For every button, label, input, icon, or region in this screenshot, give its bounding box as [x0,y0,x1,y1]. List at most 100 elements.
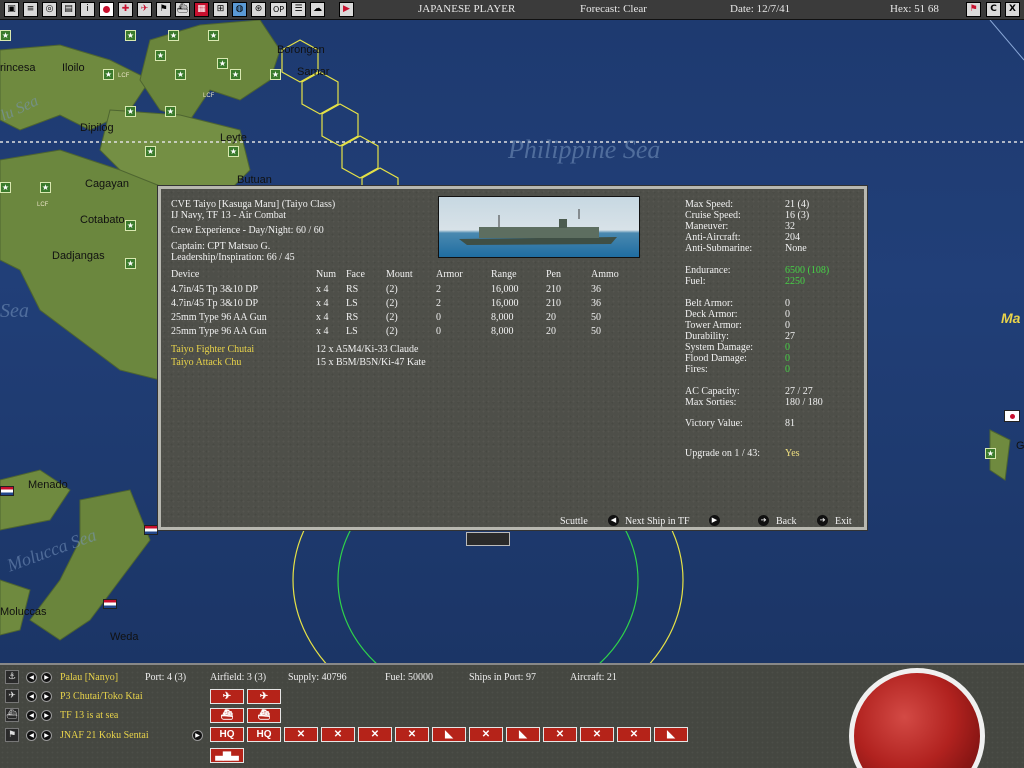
unit-counter[interactable]: ✕ [617,727,651,742]
base-marker[interactable]: ★ [217,58,228,69]
ship-icon[interactable]: ⛴ [175,2,190,17]
prev-arrow-icon[interactable]: ◀ [26,730,37,741]
prev-arrow-icon[interactable]: ◀ [26,672,37,683]
prev-ship-icon[interactable]: ◀ [608,515,619,526]
settings-icon[interactable]: ☰ [291,2,306,17]
weapon-pen: 20 [546,326,556,337]
unit-counter[interactable]: ✕ [395,727,429,742]
base-marker[interactable]: ★ [155,50,166,61]
base-marker[interactable]: ★ [125,258,136,269]
aircraft-icon[interactable]: ✈ [137,2,152,17]
next-ship-icon[interactable]: ▶ [709,515,720,526]
upgrade-value[interactable]: Yes [785,448,800,459]
supply-counter[interactable]: ▃▆▃ [210,748,244,763]
japan-flag-icon[interactable] [99,2,114,17]
weapon-mount: (2) [386,312,398,323]
next-arrow-icon[interactable]: ▶ [41,710,52,721]
task-force-name[interactable]: TF 13 is at sea [60,710,118,721]
flag-toggle-icon[interactable]: ⚑ [966,2,981,17]
comms-icon[interactable]: ☁ [310,2,325,17]
stat-value: 27 [785,331,795,342]
unit-counter[interactable]: ✕ [543,727,577,742]
unit-counter[interactable]: ◣ [506,727,540,742]
unit-counter[interactable]: ✕ [284,727,318,742]
air-unit-counter[interactable]: ✈ [247,689,281,704]
base-marker[interactable]: ★ [168,30,179,41]
land-icon[interactable]: ⊞ [213,2,228,17]
back-arrow-icon[interactable]: ➔ [758,515,769,526]
unit-counter[interactable]: ✕ [358,727,392,742]
air-group-name[interactable]: Taiyo Fighter Chutai [171,344,254,355]
next-arrow-icon[interactable]: ▶ [41,730,52,741]
base-name[interactable]: Palau [Nanyo] [60,672,118,683]
dutch-flag-icon[interactable] [144,525,158,535]
back-button[interactable]: Back [776,516,797,527]
op-icon[interactable]: OP [270,2,287,17]
air-group-name[interactable]: Taiyo Attack Chu [171,357,241,368]
scuttle-button[interactable]: Scuttle [560,516,588,527]
base-marker[interactable]: ★ [0,182,11,193]
base-marker[interactable]: ★ [230,69,241,80]
fleet-icon[interactable]: ▦ [194,2,209,17]
theater-icon[interactable]: ▤ [61,2,76,17]
end-turn-icon[interactable]: ▶ [339,2,354,17]
info-icon[interactable]: i [80,2,95,17]
unit-counter[interactable]: HQ [247,727,281,742]
c-button[interactable]: C [986,2,1001,17]
base-marker[interactable]: ★ [0,30,11,41]
base-marker[interactable]: ★ [125,30,136,41]
airfield-info: Airfield: 3 (3) [210,672,267,683]
base-marker[interactable]: ★ [40,182,51,193]
air-icon[interactable]: ✚ [118,2,133,17]
task-force-marker[interactable] [466,532,510,546]
aircraft-icon[interactable]: ✈ [5,689,19,703]
ship-counter[interactable]: ⛴ [210,708,244,723]
unit-counter[interactable]: ✕ [321,727,355,742]
ship-icon[interactable]: ⛴ [5,708,19,722]
dutch-flag-icon[interactable] [0,486,14,496]
base-marker[interactable]: ★ [208,30,219,41]
next-arrow-icon[interactable]: ▶ [41,672,52,683]
base-marker[interactable]: ★ [228,146,239,157]
ship-counter[interactable]: ⛴ [247,708,281,723]
base-marker[interactable]: ★ [125,106,136,117]
exit-arrow-icon[interactable]: ➔ [817,515,828,526]
unit-counter[interactable]: HQ [210,727,244,742]
scroll-right-icon[interactable]: ▶ [192,730,203,741]
dutch-flag-icon[interactable] [103,599,117,609]
unit-counter[interactable]: ◣ [654,727,688,742]
unit-counter[interactable]: ✕ [469,727,503,742]
base-marker[interactable]: ★ [125,220,136,231]
base-marker[interactable]: ★ [165,106,176,117]
flag-icon[interactable]: ⚑ [156,2,171,17]
air-unit-counter[interactable]: ✈ [210,689,244,704]
next-ship-button[interactable]: Next Ship in TF [625,516,690,527]
anchor-icon[interactable]: ⚓ [5,670,19,684]
air-unit-name[interactable]: P3 Chutai/Toko Ktai [60,691,143,702]
base-marker[interactable]: ★ [270,69,281,80]
base-marker[interactable]: ★ [103,69,114,80]
base-marker[interactable]: ★ [175,69,186,80]
unit-counter[interactable]: ✕ [580,727,614,742]
stat-label: Belt Armor: [685,298,734,309]
report-icon[interactable]: ≡ [23,2,38,17]
next-arrow-icon[interactable]: ▶ [41,691,52,702]
close-icon[interactable]: X [1005,2,1020,17]
exit-button[interactable]: Exit [835,516,852,527]
unit-counter[interactable]: ◣ [432,727,466,742]
weapon-armor: 0 [436,312,441,323]
ships-in-port-info: Ships in Port: 97 [469,672,536,683]
globe-icon[interactable]: ◍ [232,2,247,17]
japan-flag-icon[interactable] [1004,410,1020,422]
land-unit-name[interactable]: JNAF 21 Koku Sentai [60,730,149,741]
prev-arrow-icon[interactable]: ◀ [26,710,37,721]
place-label: Cagayan [85,178,130,190]
base-marker[interactable]: ★ [145,146,156,157]
ops-icon[interactable]: ⊛ [251,2,266,17]
unit-list-icon[interactable]: ▣ [4,2,19,17]
captain[interactable]: Captain: CPT Matsuo G. [171,241,270,252]
prev-arrow-icon[interactable]: ◀ [26,691,37,702]
intel-icon[interactable]: ◎ [42,2,57,17]
base-marker[interactable]: ★ [985,448,996,459]
flag-icon[interactable]: ⚑ [5,728,19,742]
